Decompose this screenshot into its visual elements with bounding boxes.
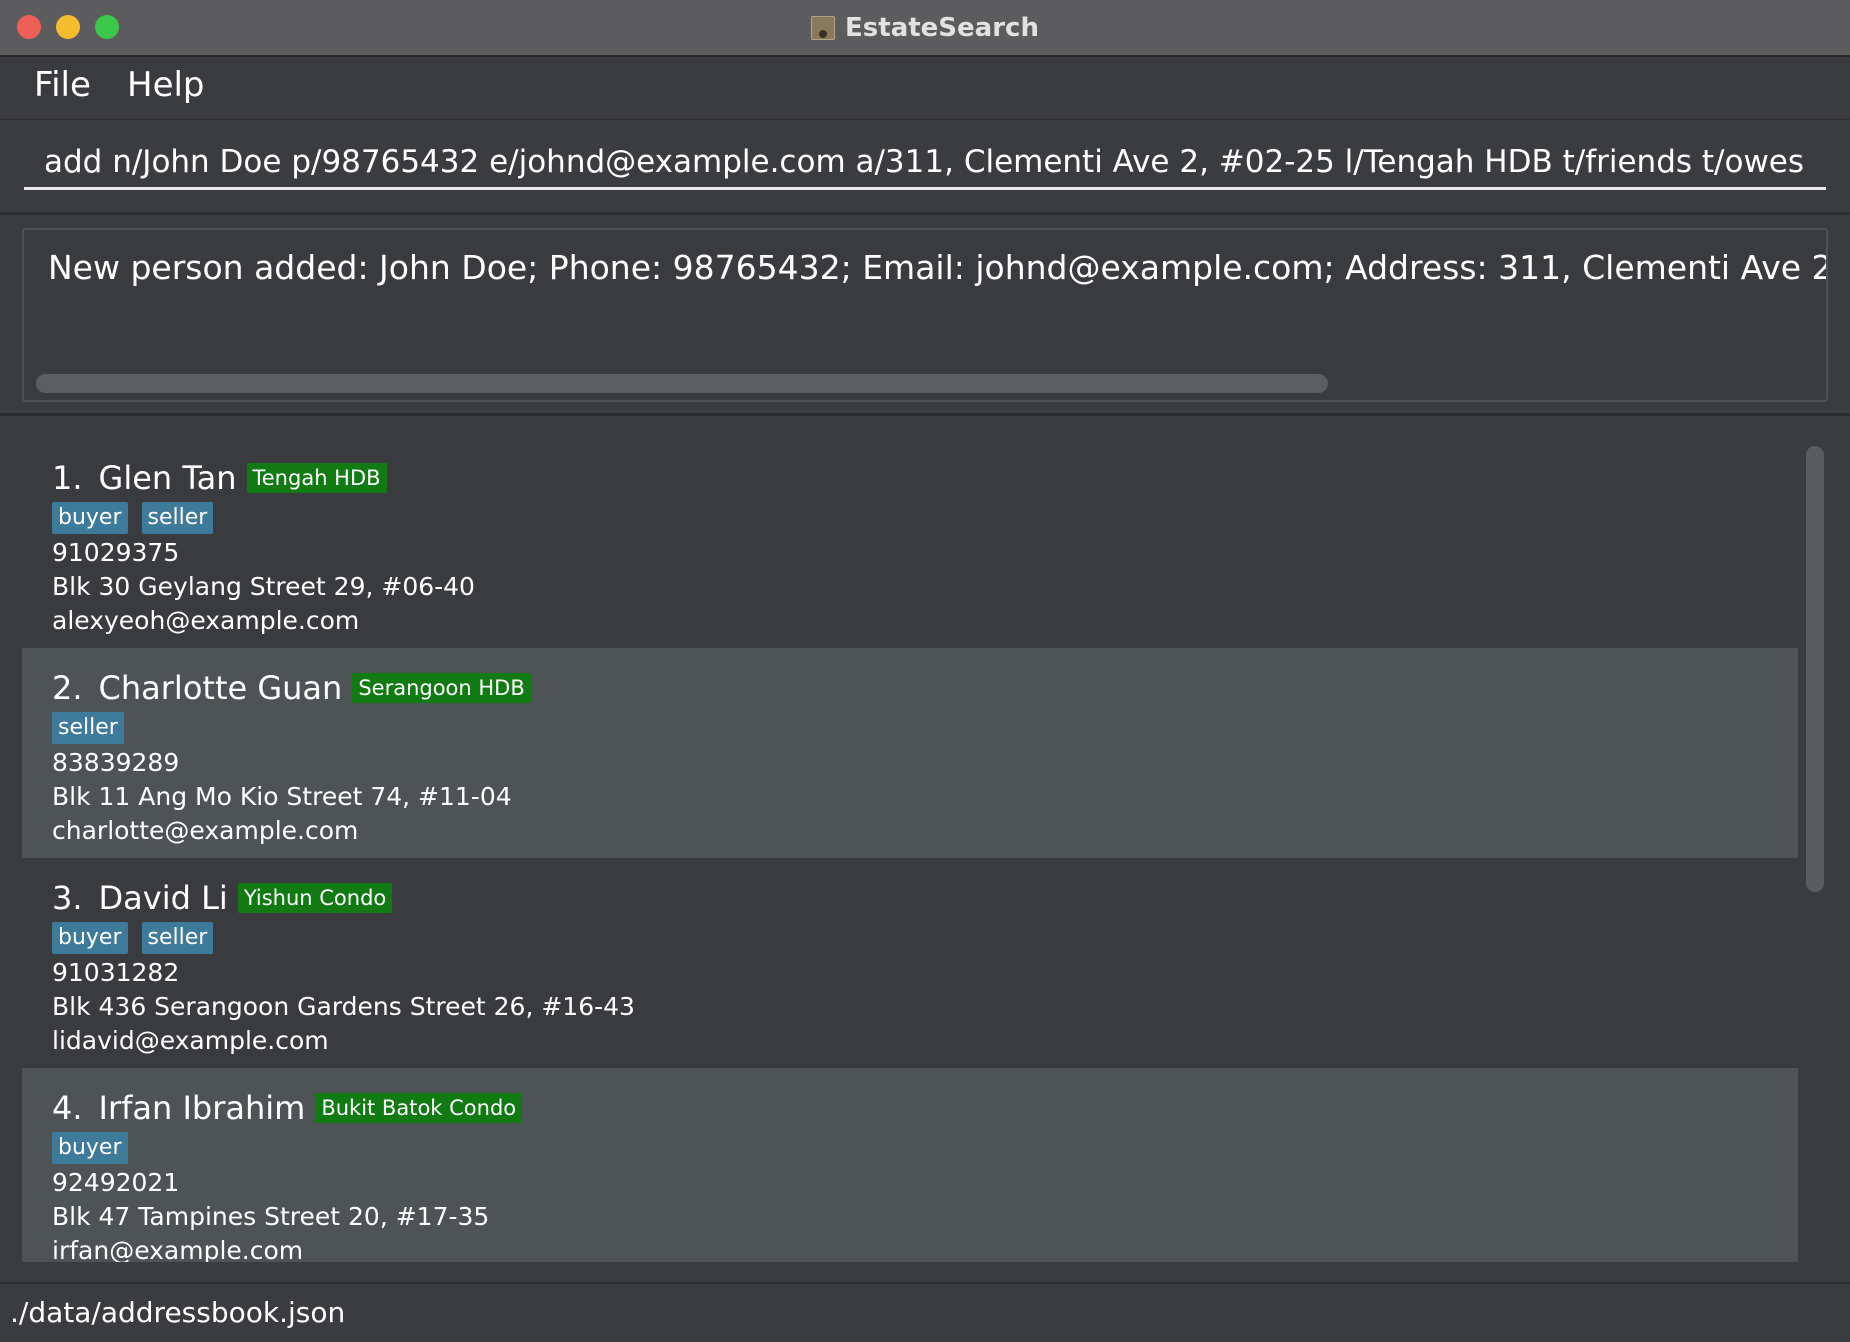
listing-badge: Tengah HDB	[246, 463, 387, 493]
person-email: lidavid@example.com	[52, 1026, 329, 1055]
person-name: David Li	[98, 879, 228, 917]
person-card[interactable]: 1. Glen Tan Tengah HDB buyer seller 9102…	[22, 438, 1798, 648]
person-address: Blk 436 Serangoon Gardens Street 26, #16…	[52, 992, 635, 1021]
tag-badge: buyer	[52, 502, 128, 534]
person-list: 1. Glen Tan Tengah HDB buyer seller 9102…	[22, 438, 1798, 1262]
person-email: charlotte@example.com	[52, 816, 359, 845]
tag-badge: seller	[141, 502, 214, 534]
divider	[0, 413, 1850, 416]
list-vertical-scrollbar[interactable]	[1806, 446, 1824, 892]
status-file-path: ./data/addressbook.json	[10, 1296, 346, 1329]
person-index: 2.	[52, 669, 83, 707]
menu-help[interactable]: Help	[127, 65, 205, 105]
person-phone: 91031282	[52, 958, 180, 987]
person-email: alexyeoh@example.com	[52, 606, 360, 635]
status-bar: ./data/addressbook.json	[0, 1282, 1850, 1342]
command-input[interactable]	[24, 136, 1826, 190]
result-text: New person added: John Doe; Phone: 98765…	[48, 248, 1826, 287]
menu-bar: File Help	[0, 57, 1850, 120]
title-bar: EstateSearch	[0, 0, 1850, 57]
listing-badge: Serangoon HDB	[352, 673, 531, 703]
tag-badge: seller	[52, 712, 124, 744]
person-index: 1.	[52, 459, 83, 497]
listing-badge: Bukit Batok Condo	[315, 1093, 523, 1123]
app-window: EstateSearch File Help New person added:…	[0, 0, 1850, 1342]
command-area	[0, 120, 1850, 212]
app-icon	[811, 15, 836, 40]
person-email: irfan@example.com	[52, 1236, 304, 1262]
divider	[0, 212, 1850, 215]
person-card[interactable]: 3. David Li Yishun Condo buyer seller 91…	[22, 858, 1798, 1068]
person-phone: 83839289	[52, 748, 180, 777]
person-address: Blk 11 Ang Mo Kio Street 74, #11-04	[52, 782, 512, 811]
menu-file[interactable]: File	[34, 65, 91, 105]
tag-badge: buyer	[52, 922, 128, 954]
window-title: EstateSearch	[845, 12, 1039, 43]
result-display: New person added: John Doe; Phone: 98765…	[22, 228, 1828, 402]
person-card[interactable]: 4. Irfan Ibrahim Bukit Batok Condo buyer…	[22, 1068, 1798, 1262]
person-index: 4.	[52, 1089, 83, 1127]
title-wrap: EstateSearch	[0, 0, 1850, 55]
person-name: Charlotte Guan	[98, 669, 343, 707]
person-name: Irfan Ibrahim	[98, 1089, 306, 1127]
person-address: Blk 30 Geylang Street 29, #06-40	[52, 572, 475, 601]
person-index: 3.	[52, 879, 83, 917]
person-card[interactable]: 2. Charlotte Guan Serangoon HDB seller 8…	[22, 648, 1798, 858]
person-phone: 92492021	[52, 1168, 180, 1197]
person-phone: 91029375	[52, 538, 180, 567]
tag-badge: seller	[141, 922, 214, 954]
person-name: Glen Tan	[98, 459, 237, 497]
result-horizontal-scrollbar[interactable]	[36, 374, 1328, 393]
listing-badge: Yishun Condo	[237, 883, 393, 913]
tag-badge: buyer	[52, 1132, 128, 1164]
person-address: Blk 47 Tampines Street 20, #17-35	[52, 1202, 490, 1231]
